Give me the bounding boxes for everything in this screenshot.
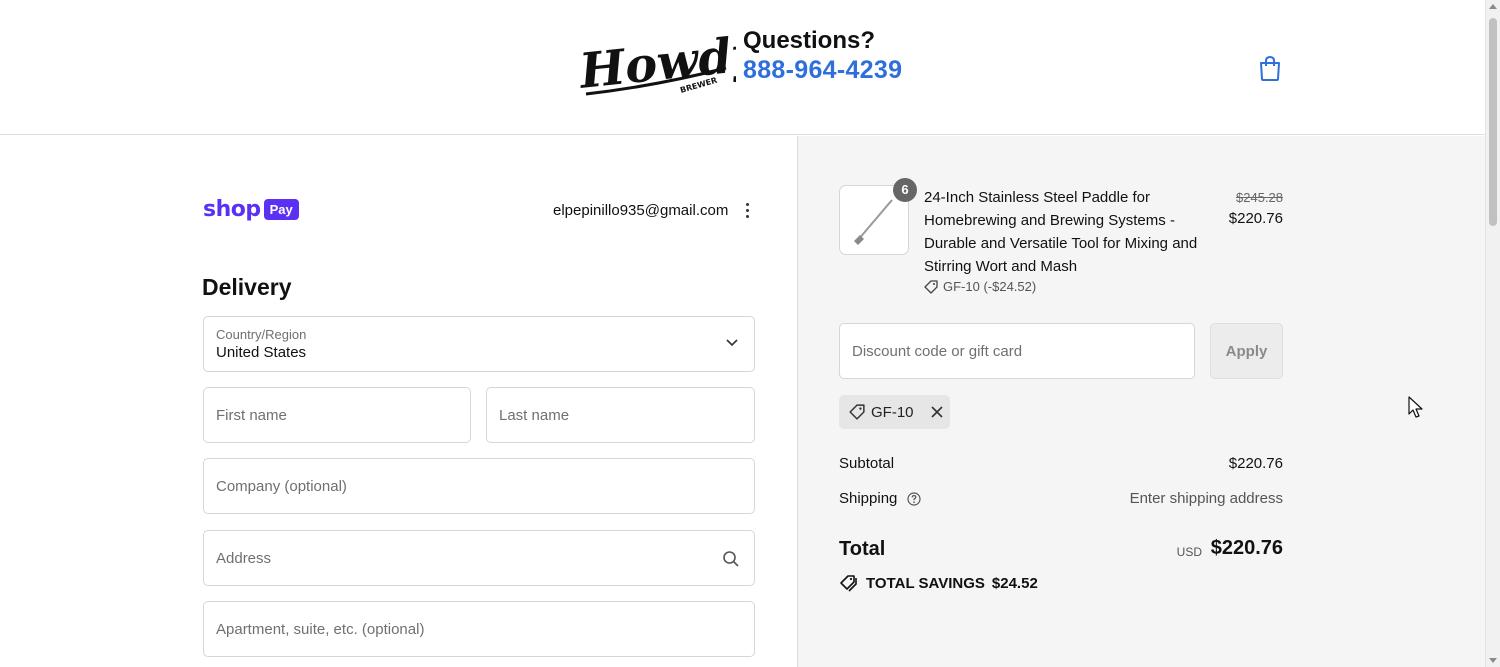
mouse-cursor-icon — [1408, 396, 1423, 418]
currency-code: USD — [1176, 545, 1202, 559]
country-label: Country/Region — [216, 327, 307, 342]
help-circle-icon[interactable] — [906, 492, 921, 506]
shipping-value: Enter shipping address — [1129, 490, 1283, 507]
first-name-field[interactable]: First name — [203, 387, 471, 443]
scroll-down-arrow-icon[interactable] — [1489, 658, 1497, 663]
product-discount: GF-10 (-$24.52) — [924, 279, 1036, 294]
account-email: elpepinillo935@gmail.com — [553, 202, 729, 219]
product-discount-text: GF-10 (-$24.52) — [943, 279, 1037, 294]
quantity-badge: 6 — [893, 178, 917, 202]
first-name-placeholder: First name — [216, 407, 287, 424]
country-select[interactable]: Country/Region United States — [203, 316, 755, 372]
applied-code-text: GF-10 — [871, 403, 914, 421]
total-value: $220.76 — [1210, 537, 1283, 559]
svg-text:Howdy: Howdy — [576, 28, 736, 100]
close-icon[interactable] — [930, 405, 944, 419]
shop-pay-button[interactable]: shop Pay — [203, 197, 299, 222]
tag-icon — [849, 404, 865, 420]
tag-icon — [924, 279, 938, 294]
company-placeholder: Company (optional) — [216, 478, 347, 495]
applied-discount-chip: GF-10 — [839, 395, 950, 429]
last-name-field[interactable]: Last name — [486, 387, 755, 443]
last-name-placeholder: Last name — [499, 407, 570, 424]
address-placeholder: Address — [216, 550, 272, 567]
kebab-menu-icon[interactable] — [740, 200, 754, 220]
scroll-up-arrow-icon[interactable] — [1489, 4, 1497, 9]
apply-button[interactable]: Apply — [1210, 323, 1283, 379]
subtotal-label: Subtotal — [839, 455, 895, 472]
savings-tags-icon — [840, 575, 857, 592]
delivery-heading: Delivery — [202, 274, 292, 300]
page-scrollbar[interactable] — [1485, 0, 1500, 667]
search-icon — [723, 551, 739, 567]
shipping-row: Shipping — [839, 490, 921, 507]
howdy-brewer-logo[interactable]: Howdy BREWER — [576, 28, 736, 104]
product-title: 24-Inch Stainless Steel Paddle for Homeb… — [924, 189, 1198, 275]
shopping-bag-icon[interactable] — [1257, 54, 1283, 82]
site-header: Howdy BREWER Questions? 888-964-4239 — [0, 0, 1485, 135]
chevron-down-icon — [726, 339, 738, 347]
phone-link[interactable]: 888-964-4239 — [743, 56, 902, 84]
savings-value: $24.52 — [991, 574, 1038, 592]
questions-label: Questions? — [743, 27, 876, 54]
original-price: $245.28 — [1236, 190, 1283, 205]
shop-pay-shop-text: shop — [203, 197, 261, 222]
savings-label: TOTAL SAVINGS — [866, 574, 985, 592]
apartment-field[interactable]: Apartment, suite, etc. (optional) — [203, 601, 755, 657]
address-field[interactable]: Address — [203, 530, 755, 586]
discounted-price: $220.76 — [1228, 210, 1283, 227]
total-savings: TOTAL SAVINGS $24.52 — [839, 574, 1038, 592]
total-label: Total — [839, 538, 886, 560]
shipping-label: Shipping — [839, 490, 898, 507]
shop-pay-pay-badge: Pay — [263, 199, 299, 220]
scroll-thumb[interactable] — [1489, 18, 1497, 226]
discount-placeholder: Discount code or gift card — [852, 343, 1023, 360]
country-value: United States — [216, 344, 307, 361]
apartment-placeholder: Apartment, suite, etc. (optional) — [216, 621, 425, 638]
discount-code-input[interactable]: Discount code or gift card — [839, 323, 1195, 379]
company-field[interactable]: Company (optional) — [203, 458, 755, 514]
subtotal-value: $220.76 — [1228, 455, 1283, 472]
